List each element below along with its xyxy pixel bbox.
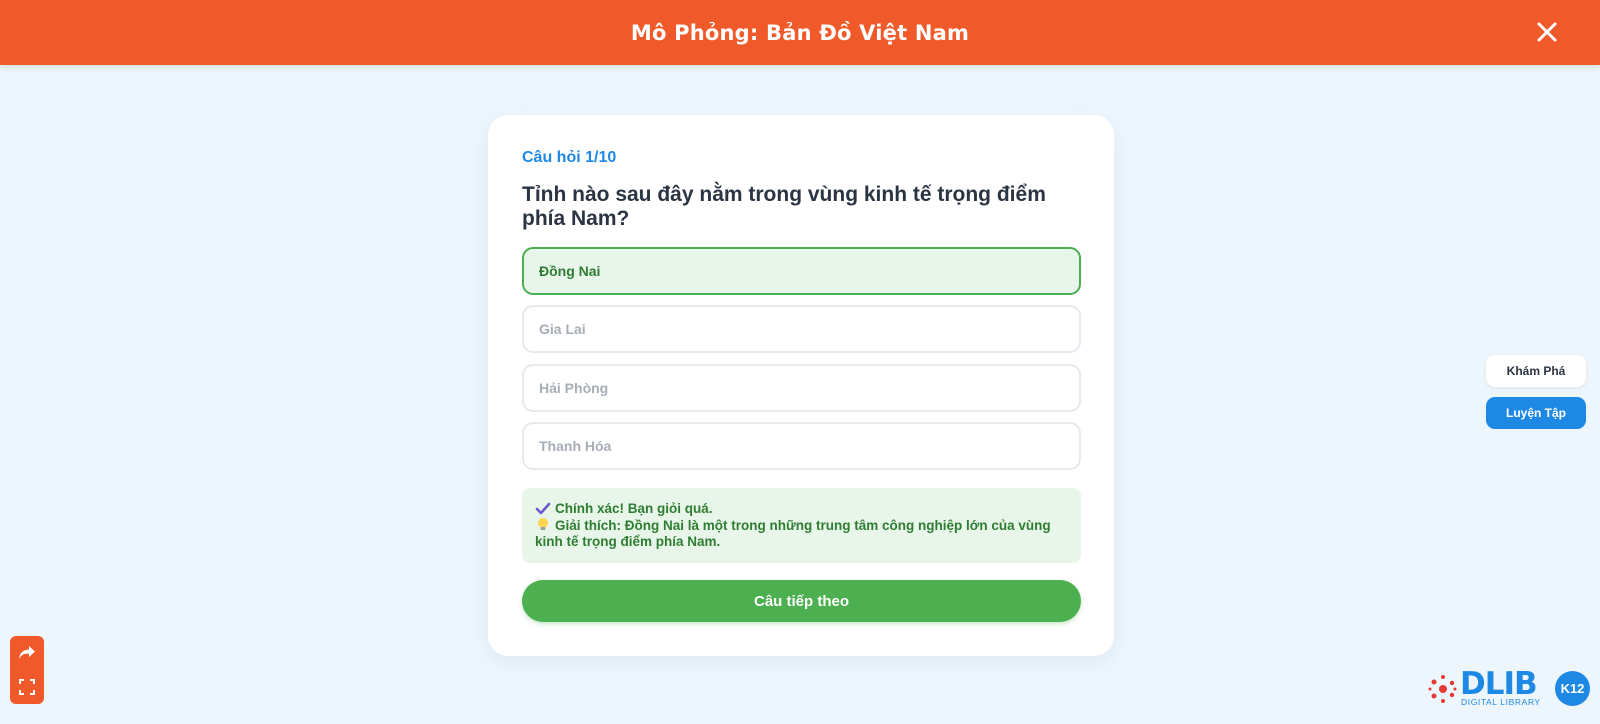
option-hai-phong[interactable]: Hải Phòng bbox=[522, 364, 1081, 412]
close-button[interactable] bbox=[1532, 17, 1562, 47]
option-label: Gia Lai bbox=[539, 321, 586, 337]
option-label: Đồng Nai bbox=[539, 263, 601, 279]
quiz-card: Câu hỏi 1/10 Tỉnh nào sau đây nằm trong … bbox=[488, 115, 1114, 656]
check-icon bbox=[535, 502, 551, 515]
option-thanh-hoa[interactable]: Thanh Hóa bbox=[522, 422, 1081, 470]
logo-subtitle: DIGITAL LIBRARY bbox=[1461, 697, 1541, 707]
next-question-label: Câu tiếp theo bbox=[753, 592, 849, 610]
dlib-logo: DLIB DIGITAL LIBRARY K12 bbox=[1428, 666, 1593, 710]
logo-badge: K12 bbox=[1555, 671, 1590, 706]
mode-explore-button[interactable]: Khám Phá bbox=[1486, 355, 1586, 387]
fullscreen-icon bbox=[19, 679, 35, 695]
logo-dots-icon bbox=[1428, 675, 1457, 703]
mode-practice-label: Luyện Tập bbox=[1505, 406, 1566, 420]
mode-explore-label: Khám Phá bbox=[1506, 364, 1566, 378]
fullscreen-button[interactable] bbox=[10, 670, 44, 704]
feedback-result: Chính xác! Bạn giỏi quá. bbox=[555, 501, 713, 516]
close-icon bbox=[1537, 22, 1557, 42]
share-icon bbox=[19, 646, 35, 659]
feedback-explanation: Giải thích: Đồng Nai là một trong những … bbox=[535, 518, 1051, 549]
option-gia-lai[interactable]: Gia Lai bbox=[522, 305, 1081, 353]
feedback-box: Chính xác! Bạn giỏi quá. Giải thích: Đồn… bbox=[522, 488, 1081, 563]
share-button[interactable] bbox=[10, 636, 44, 670]
page-title: Mô Phỏng: Bản Đồ Việt Nam bbox=[630, 20, 970, 45]
option-label: Thanh Hóa bbox=[539, 438, 612, 454]
question-text: Tỉnh nào sau đây nằm trong vùng kinh tế … bbox=[522, 183, 1046, 230]
next-question-button[interactable]: Câu tiếp theo bbox=[522, 580, 1081, 622]
side-toolbar bbox=[10, 636, 44, 704]
lightbulb-icon bbox=[538, 518, 548, 530]
option-dong-nai[interactable]: Đồng Nai bbox=[522, 247, 1081, 295]
option-label: Hải Phòng bbox=[539, 380, 609, 396]
question-counter: Câu hỏi 1/10 bbox=[522, 149, 617, 166]
mode-practice-button[interactable]: Luyện Tập bbox=[1486, 397, 1586, 429]
header-bar: Mô Phỏng: Bản Đồ Việt Nam bbox=[0, 0, 1600, 65]
